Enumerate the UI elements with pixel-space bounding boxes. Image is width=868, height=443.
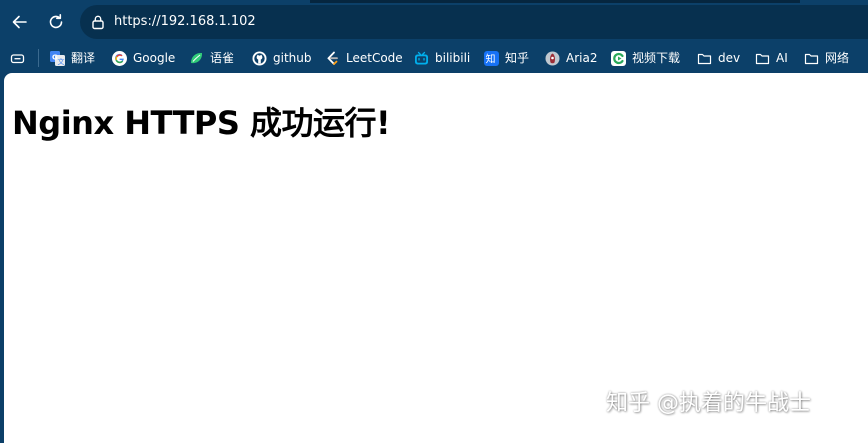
video-download-icon — [611, 50, 626, 66]
bookmark-video-download[interactable]: 视频下载 — [611, 44, 680, 72]
leetcode-icon — [325, 51, 340, 66]
arrow-left-icon — [12, 15, 27, 29]
reload-icon — [49, 14, 63, 29]
tab-strip-edge — [310, 0, 800, 3]
page-heading: Nginx HTTPS 成功运行! — [12, 104, 391, 142]
bookmarks-divider — [38, 49, 39, 67]
browser-window: https://192.168.1.102 G 文 翻译 Google 语雀 g… — [0, 0, 868, 443]
bookmark-translate[interactable]: G 文 翻译 — [50, 44, 95, 72]
bookmark-label: 视频下载 — [632, 51, 681, 65]
folder-icon — [697, 51, 712, 66]
svg-text:知: 知 — [486, 52, 496, 65]
bookmark-yuque[interactable]: 语雀 — [189, 44, 234, 72]
google-icon — [112, 50, 127, 66]
bookmark-label: bilibili — [435, 51, 471, 65]
bookmark-zhihu[interactable]: 知 知乎 — [484, 44, 529, 72]
github-icon — [252, 51, 267, 66]
bookmark-bilibili[interactable]: bilibili — [414, 44, 470, 72]
bookmark-label: 翻译 — [71, 51, 96, 65]
bookmark-github[interactable]: github — [252, 44, 311, 72]
browser-toolbar: https://192.168.1.102 — [0, 0, 868, 44]
lock-icon[interactable] — [90, 14, 106, 30]
bookmark-label: 语雀 — [210, 51, 235, 65]
yuque-icon — [189, 51, 204, 66]
reload-button[interactable] — [42, 8, 70, 36]
translate-icon: G 文 — [50, 50, 65, 66]
tab-groups-icon — [10, 53, 25, 63]
folder-icon — [804, 51, 819, 66]
bookmark-google[interactable]: Google — [112, 44, 175, 72]
bookmark-label: AI — [776, 51, 788, 65]
bookmark-label: 知乎 — [505, 51, 530, 65]
bookmark-label: Google — [133, 51, 176, 65]
bookmark-label: 网络 — [825, 51, 850, 65]
bookmark-label: Aria2 — [566, 51, 598, 65]
zhihu-icon: 知 — [484, 50, 499, 66]
address-bar[interactable]: https://192.168.1.102 — [80, 5, 868, 39]
bookmark-folder-dev[interactable]: dev — [697, 44, 740, 72]
bookmark-folder-network[interactable]: 网络 — [804, 44, 849, 72]
bookmark-aria2[interactable]: Aria2 — [545, 44, 597, 72]
bookmark-folder-ai[interactable]: AI — [755, 44, 788, 72]
watermark: 知乎 @执着的牛战士 — [606, 391, 811, 416]
bookmark-label: dev — [718, 51, 741, 65]
back-button[interactable] — [6, 8, 34, 36]
bookmark-label: LeetCode — [346, 51, 403, 65]
folder-icon — [755, 51, 770, 66]
bilibili-icon — [414, 51, 429, 66]
url-text[interactable]: https://192.168.1.102 — [114, 13, 256, 31]
svg-text:文: 文 — [58, 57, 65, 66]
bookmark-leetcode[interactable]: LeetCode — [325, 44, 403, 72]
bookmarks-bar: G 文 翻译 Google 语雀 github LeetCode bilibil… — [0, 44, 868, 72]
tab-groups-button[interactable] — [10, 44, 25, 72]
bookmark-label: github — [273, 51, 312, 65]
aria2-icon — [545, 51, 560, 66]
